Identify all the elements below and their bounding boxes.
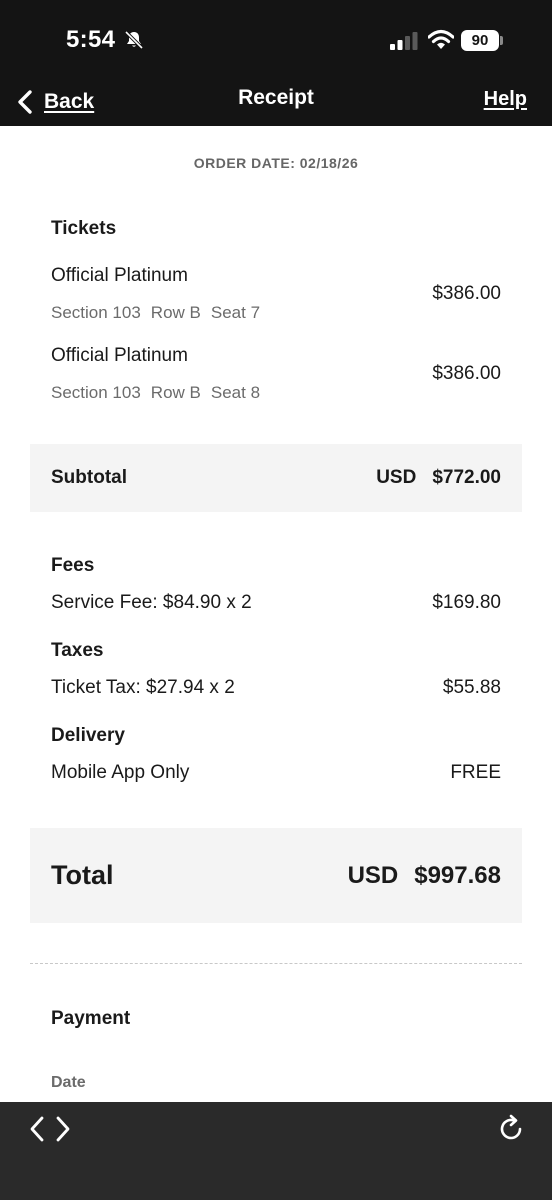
- ticket-2-seat: Seat 8: [210, 383, 261, 402]
- total-row: Total USD $997.68: [30, 828, 522, 923]
- back-label: Back: [44, 90, 95, 113]
- status-time: 5:54: [66, 26, 116, 53]
- dashed-divider: [30, 963, 522, 964]
- ticket-1-section: Section 103: [51, 303, 141, 322]
- delivery-heading: Delivery: [51, 725, 125, 746]
- ticket-2-row: Row B: [150, 383, 201, 402]
- subtotal-currency: USD: [376, 467, 417, 488]
- subtotal-value: USD $772.00: [376, 467, 501, 489]
- delivery-method: Mobile App Only: [51, 762, 190, 783]
- service-fee-label: Service Fee: $84.90 x 2: [51, 592, 252, 613]
- ticket-1-name: Official Platinum: [51, 265, 188, 286]
- ticket-1-location: Section 103 Row B Seat 7: [51, 303, 270, 323]
- ticket-tax-label: Ticket Tax: $27.94 x 2: [51, 677, 235, 698]
- cellular-signal-icon: [390, 32, 418, 50]
- delivery-amount: FREE: [450, 762, 501, 783]
- ticket-1-seat: Seat 7: [210, 303, 261, 322]
- ticket-2-location: Section 103 Row B Seat 8: [51, 383, 270, 403]
- battery-level: 90: [471, 32, 489, 49]
- total-value: USD $997.68: [348, 862, 501, 890]
- wifi-icon: [428, 29, 454, 49]
- ticket-tax-amount: $55.88: [442, 677, 501, 698]
- bell-slash-icon: [124, 30, 144, 50]
- back-button[interactable]: Back: [14, 84, 94, 120]
- ticket-2-price: $386.00: [432, 363, 501, 384]
- ticket-1-price: $386.00: [432, 283, 501, 304]
- battery-icon: 90: [461, 30, 499, 51]
- taxes-heading: Taxes: [51, 640, 104, 661]
- nav-bar: Back Receipt Help: [0, 78, 552, 126]
- subtotal-amount: $772.00: [432, 467, 501, 488]
- subtotal-label: Subtotal: [51, 467, 127, 488]
- chevron-right-icon[interactable]: [50, 1114, 78, 1144]
- total-label: Total: [51, 860, 114, 890]
- tickets-heading: Tickets: [51, 218, 117, 239]
- fees-heading: Fees: [51, 555, 95, 576]
- payment-date-label: Date: [51, 1074, 86, 1091]
- help-link[interactable]: Help: [484, 88, 527, 111]
- total-currency: USD: [347, 862, 399, 889]
- subtotal-row: Subtotal USD $772.00: [30, 444, 522, 512]
- status-bar: 5:54 90: [0, 0, 552, 78]
- service-fee-amount: $169.80: [432, 592, 501, 613]
- chevron-left-icon: [18, 90, 32, 114]
- order-date: ORDER DATE: 02/18/26: [193, 155, 359, 171]
- receipt-content[interactable]: ORDER DATE: 02/18/26 Tickets Official Pl…: [0, 126, 552, 1102]
- reload-icon[interactable]: [498, 1114, 526, 1144]
- ticket-2-section: Section 103: [51, 383, 141, 402]
- chevron-left-icon[interactable]: [24, 1114, 52, 1144]
- payment-heading: Payment: [51, 1008, 131, 1029]
- battery-tip: [500, 36, 503, 45]
- ticket-1-row: Row B: [150, 303, 201, 322]
- total-amount: $997.68: [414, 862, 501, 889]
- ticket-2-name: Official Platinum: [51, 345, 188, 366]
- bottom-toolbar: [0, 1102, 552, 1200]
